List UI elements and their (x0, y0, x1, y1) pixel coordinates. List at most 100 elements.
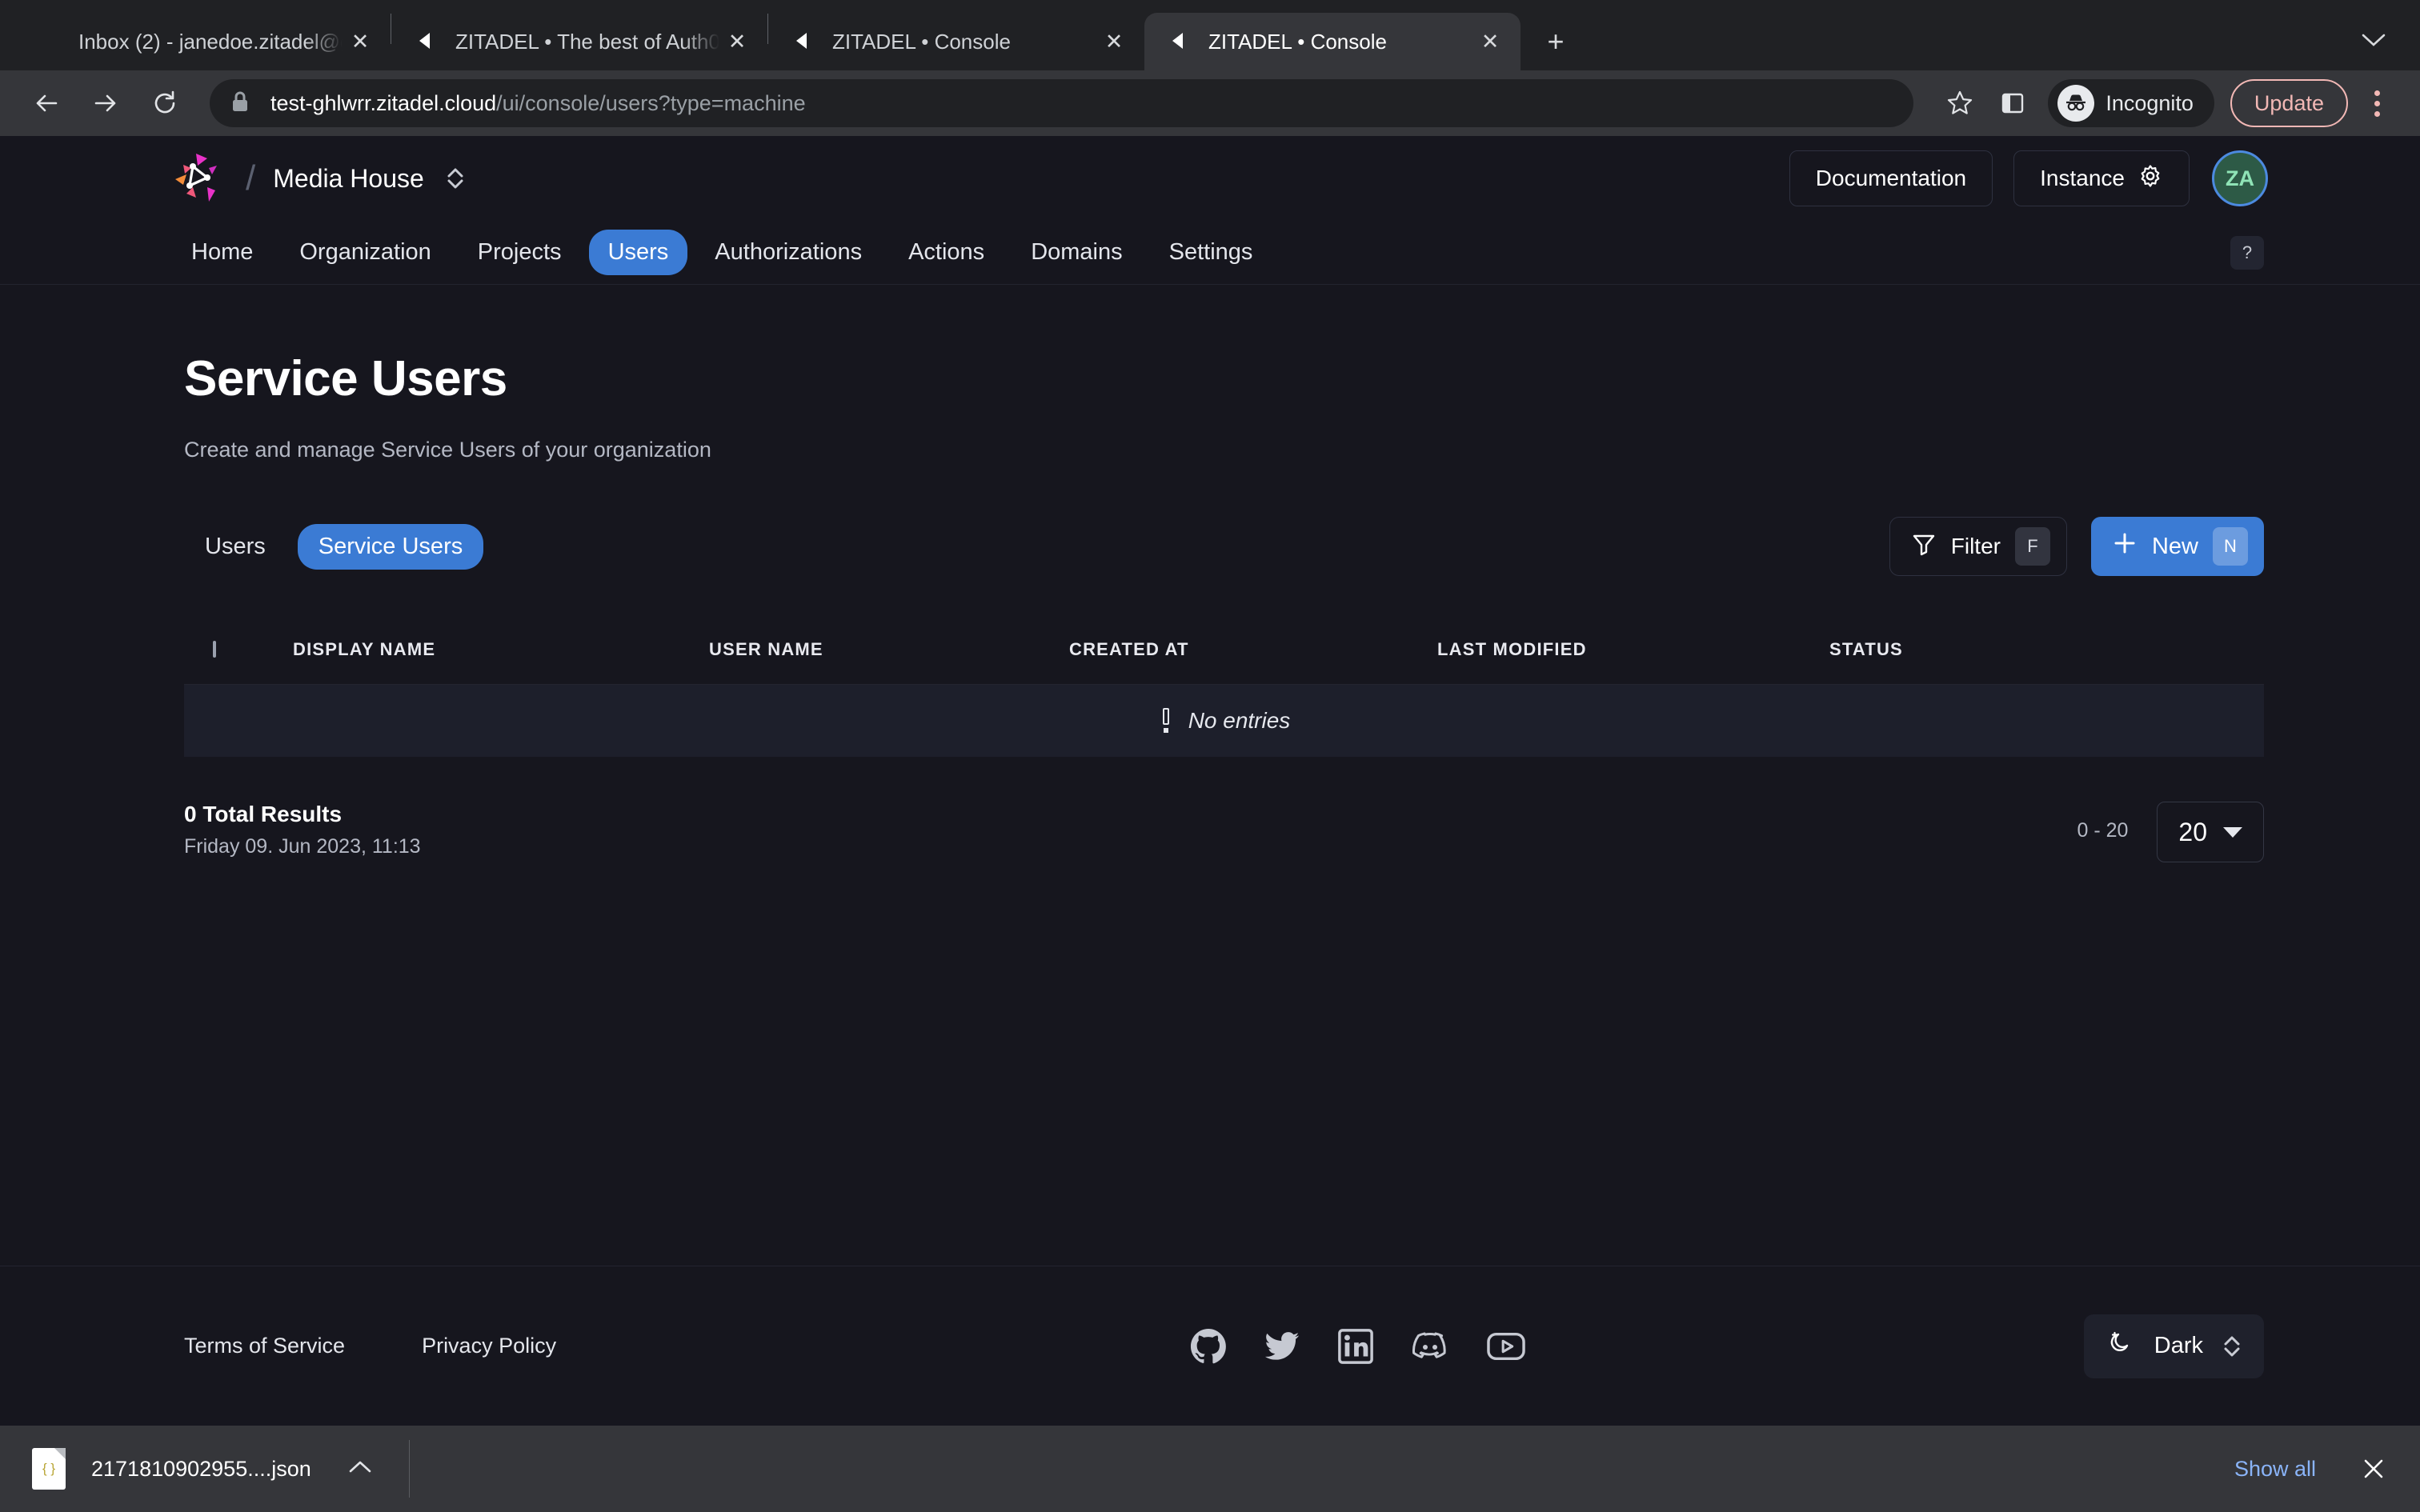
main-content: Service Users Create and manage Service … (0, 285, 2420, 1266)
results-summary: 0 Total Results Friday 09. Jun 2023, 11:… (184, 802, 421, 858)
gmail-icon (35, 27, 64, 56)
nav-item-authorizations[interactable]: Authorizations (695, 230, 881, 275)
zitadel-icon (789, 27, 818, 56)
nav-item-home[interactable]: Home (172, 230, 272, 275)
zitadel-logo-icon[interactable] (172, 152, 225, 205)
moon-icon (2106, 1329, 2135, 1364)
close-icon[interactable]: ✕ (719, 24, 755, 59)
twitter-icon[interactable] (1264, 1328, 1300, 1365)
service-users-table: DISPLAY NAME USER NAME CREATED AT LAST M… (184, 614, 2264, 757)
instance-label: Instance (2040, 166, 2125, 190)
new-button[interactable]: New N (2090, 517, 2264, 576)
select-all-checkbox[interactable] (213, 640, 293, 658)
gear-icon (2138, 163, 2163, 194)
tab-title: ZITADEL • Console (832, 29, 1011, 54)
results-timestamp: Friday 09. Jun 2023, 11:13 (184, 835, 421, 858)
browser-tab-1[interactable]: ZITADEL • The best of Auth0 and Keycloak… (391, 13, 767, 70)
empty-state-row: No entries (184, 685, 2264, 757)
documentation-button[interactable]: Documentation (1789, 150, 1993, 206)
show-all-downloads-button[interactable]: Show all (2210, 1446, 2340, 1493)
bookmark-star-icon[interactable] (1936, 79, 1984, 127)
nav-item-settings[interactable]: Settings (1150, 230, 1272, 275)
filter-button[interactable]: Filter F (1889, 517, 2067, 576)
page-size-select[interactable]: 20 (2157, 802, 2264, 862)
browser-toolbar: test-ghlwrr.zitadel.cloud/ui/console/use… (0, 70, 2420, 136)
tab-title: ZITADEL • Console (1208, 29, 1387, 54)
new-shortcut-badge: N (2213, 527, 2248, 566)
zitadel-icon (412, 27, 441, 56)
nav-item-actions[interactable]: Actions (889, 230, 1004, 275)
nav-item-domains[interactable]: Domains (1012, 230, 1141, 275)
org-switcher-icon[interactable] (445, 164, 466, 193)
incognito-icon (2057, 85, 2095, 122)
youtube-icon[interactable] (1486, 1328, 1526, 1365)
json-file-icon: { } (32, 1448, 66, 1490)
github-icon[interactable] (1190, 1328, 1227, 1365)
segment-users[interactable]: Users (184, 524, 286, 570)
url-path: /ui/console/users?type=machine (496, 90, 806, 115)
theme-label: Dark (2154, 1333, 2203, 1358)
chevron-down-icon[interactable] (2351, 18, 2396, 62)
nav-item-projects[interactable]: Projects (459, 230, 581, 275)
segment-service-users[interactable]: Service Users (297, 523, 484, 570)
update-button[interactable]: Update (2230, 79, 2348, 127)
close-icon[interactable]: ✕ (1472, 24, 1508, 59)
incognito-label: Incognito (2105, 90, 2194, 115)
page-content: / Media House Documentation Instance ZA … (0, 136, 2420, 1426)
page-subtitle: Create and manage Service Users of your … (184, 438, 711, 462)
new-tab-button[interactable]: + (1533, 19, 1578, 64)
lock-icon (230, 90, 253, 117)
help-button[interactable]: ? (2230, 235, 2264, 270)
table-header-row: DISPLAY NAME USER NAME CREATED AT LAST M… (184, 614, 2264, 685)
download-bar: { } 2171810902955....json Show all (0, 1426, 2420, 1512)
browser-tab-3-active[interactable]: ZITADEL • Console ✕ (1144, 13, 1521, 70)
tab-title: ZITADEL • The best of Auth0 and Keycloak… (455, 29, 719, 54)
address-bar[interactable]: test-ghlwrr.zitadel.cloud/ui/console/use… (210, 79, 1914, 127)
column-header-created-at[interactable]: CREATED AT (1069, 639, 1437, 660)
user-type-segment: Users Service Users (184, 523, 484, 570)
forward-icon[interactable] (82, 79, 130, 127)
close-icon[interactable]: ✕ (1096, 24, 1132, 59)
documentation-label: Documentation (1815, 166, 1967, 190)
browser-menu-icon[interactable] (2356, 79, 2398, 127)
nav-item-users[interactable]: Users (588, 230, 688, 275)
column-header-last-modified[interactable]: LAST MODIFIED (1437, 639, 1829, 660)
privacy-policy-link[interactable]: Privacy Policy (422, 1334, 556, 1358)
page-footer: Terms of Service Privacy Policy Dark (0, 1266, 2420, 1426)
new-label: New (2151, 533, 2198, 559)
side-panel-icon[interactable] (1989, 79, 2037, 127)
discord-icon[interactable] (1411, 1327, 1449, 1366)
browser-tab-0[interactable]: Inbox (2) - janedoe.zitadel@gmail.com ✕ (14, 13, 391, 70)
list-toolbar: Users Service Users Filter F New N (184, 517, 2264, 576)
plus-icon (2112, 530, 2138, 562)
page-range: 0 - 20 (2077, 819, 2129, 842)
terms-of-service-link[interactable]: Terms of Service (184, 1334, 345, 1358)
empty-state-text: No entries (1188, 708, 1291, 733)
instance-button[interactable]: Instance (2013, 150, 2190, 206)
social-links (1190, 1327, 1526, 1366)
chevron-up-icon[interactable] (348, 1459, 372, 1479)
close-icon[interactable]: ✕ (343, 24, 378, 59)
nav-item-organization[interactable]: Organization (280, 230, 450, 275)
exclamation-icon (1158, 707, 1174, 734)
linkedin-icon[interactable] (1337, 1328, 1374, 1365)
browser-tab-2[interactable]: ZITADEL • Console ✕ (768, 13, 1144, 70)
avatar[interactable]: ZA (2212, 150, 2268, 206)
column-header-display-name[interactable]: DISPLAY NAME (293, 639, 709, 660)
download-file-name[interactable]: 2171810902955....json (91, 1457, 311, 1482)
incognito-profile-button[interactable]: Incognito (2048, 79, 2214, 127)
total-results: 0 Total Results (184, 802, 343, 826)
column-header-status[interactable]: STATUS (1829, 639, 2264, 660)
close-icon[interactable] (2351, 1446, 2396, 1491)
org-name: Media House (273, 163, 424, 193)
filter-icon (1911, 531, 1937, 562)
theme-switcher[interactable]: Dark (2083, 1314, 2264, 1378)
breadcrumb-separator: / (246, 158, 256, 198)
download-divider (408, 1440, 410, 1498)
tab-strip: Inbox (2) - janedoe.zitadel@gmail.com ✕ … (0, 0, 2420, 70)
column-header-user-name[interactable]: USER NAME (709, 639, 1069, 660)
chevron-down-icon (2223, 826, 2242, 838)
reload-icon[interactable] (141, 79, 189, 127)
back-icon[interactable] (22, 79, 70, 127)
page-size-value: 20 (2178, 817, 2207, 846)
